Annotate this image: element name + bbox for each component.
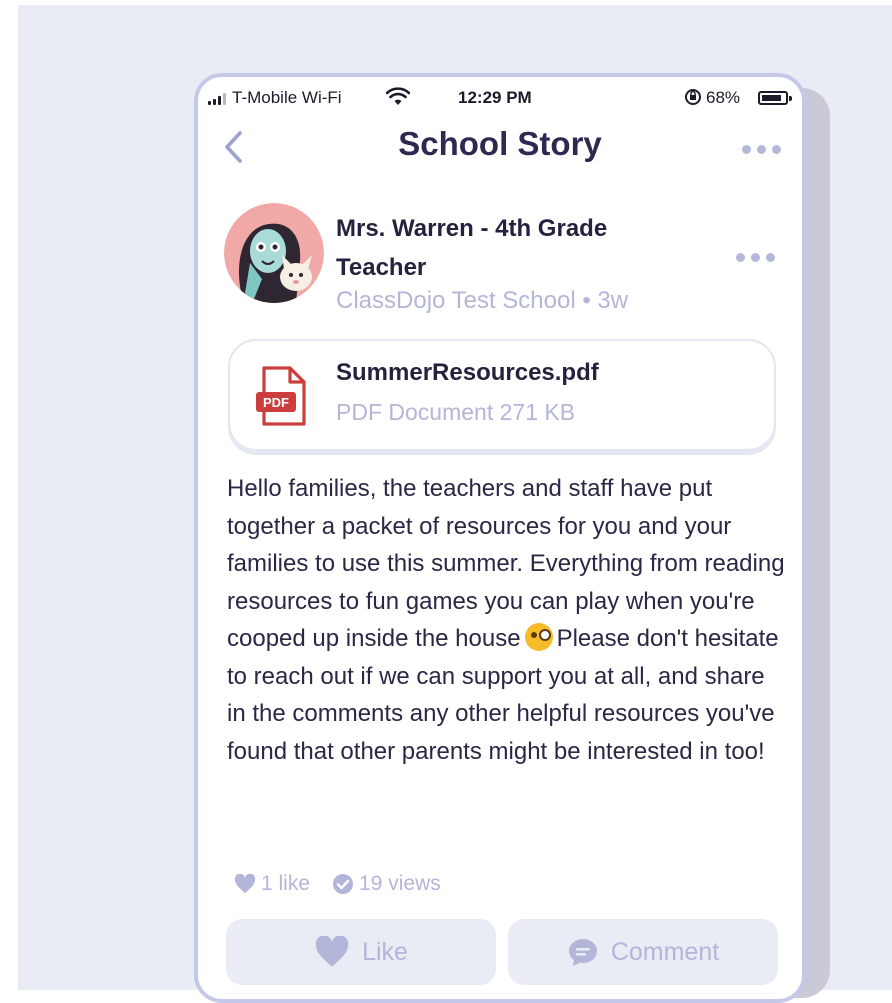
wifi-icon (386, 87, 410, 105)
likes-stat[interactable]: 1 like (234, 872, 310, 896)
like-button[interactable]: Like (226, 919, 496, 985)
comment-button[interactable]: Comment (508, 919, 778, 985)
file-name: SummerResources.pdf (336, 359, 599, 386)
carrier-label: T-Mobile Wi-Fi (232, 88, 342, 107)
avatar[interactable] (224, 203, 324, 303)
post-body: Hello families, the teachers and staff h… (227, 470, 787, 770)
winking-tongue-emoji (524, 623, 553, 651)
heart-icon (315, 936, 349, 967)
signal-icon (208, 93, 226, 105)
page-title: School Story (398, 125, 602, 162)
pdf-file-icon: PDF (256, 366, 306, 426)
more-dots-icon[interactable] (736, 253, 775, 262)
battery-percent: 68% (706, 88, 741, 107)
orientation-lock-icon (685, 89, 701, 105)
post-author[interactable]: Mrs. Warren - 4th Grade Teacher (336, 209, 666, 287)
post-meta: ClassDojo Test School • 3w (336, 287, 629, 314)
status-bar: T-Mobile Wi-Fi 12:29 PM 68% (198, 83, 802, 111)
post-stats: 1 like 19 views (234, 872, 463, 896)
pdf-badge-label: PDF (263, 395, 289, 410)
phone-frame: T-Mobile Wi-Fi 12:29 PM 68% School Story (194, 73, 806, 1003)
comment-bubble-icon (568, 939, 597, 966)
battery-cap (789, 96, 792, 101)
comment-button-label: Comment (610, 937, 720, 966)
file-info: PDF Document 271 KB (336, 399, 576, 425)
pdf-attachment[interactable]: PDF SummerResources.pdf PDF Document 271… (228, 339, 776, 451)
nav-bar: School Story (198, 117, 802, 177)
status-time: 12:29 PM (458, 88, 532, 107)
heart-icon (234, 874, 256, 894)
like-button-label: Like (362, 937, 408, 966)
views-count: 19 views (359, 872, 441, 895)
more-dots-icon[interactable] (742, 145, 781, 154)
views-stat[interactable]: 19 views (332, 872, 441, 896)
check-circle-icon (333, 874, 354, 894)
battery-icon (758, 91, 788, 105)
likes-count: 1 like (261, 872, 311, 895)
